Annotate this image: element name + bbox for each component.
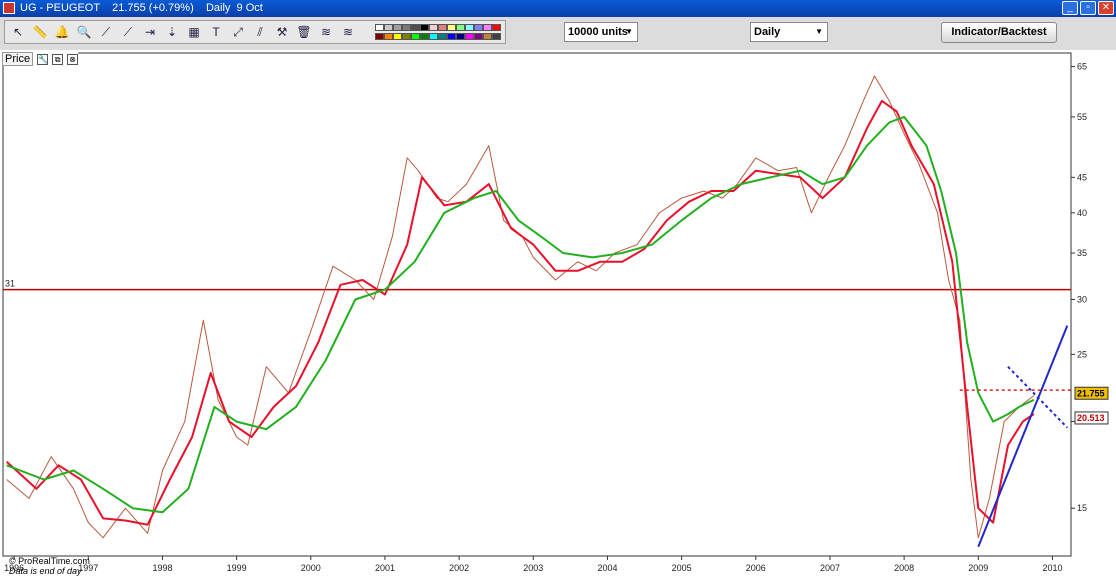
slow-moving-average-line (6, 115, 1035, 514)
price-marker-label: 20.513 (1077, 413, 1105, 423)
price-panel-label: Price (2, 52, 34, 66)
support-line-label: 31 (5, 279, 15, 289)
y-tick-label: 25 (1077, 349, 1087, 359)
x-tick-label: 1999 (227, 563, 247, 573)
x-tick-label: 1998 (152, 563, 172, 573)
close-icon[interactable]: ⊗ (67, 53, 79, 65)
window-icon[interactable]: ⧉ (52, 53, 64, 65)
trendline-0[interactable] (977, 325, 1069, 548)
x-tick-label: 2000 (301, 563, 321, 573)
x-tick-label: 2005 (672, 563, 692, 573)
price-panel-header: Price 🔧 ⧉ ⊗ (2, 52, 79, 66)
x-tick-label: 2006 (746, 563, 766, 573)
y-tick-label: 45 (1077, 172, 1087, 182)
y-tick-label: 15 (1077, 503, 1087, 513)
chart-credit: © ProRealTime.com Data is end of day (4, 546, 90, 576)
x-tick-label: 2010 (1042, 563, 1062, 573)
price-marker-label: 21.755 (1077, 388, 1105, 398)
x-tick-label: 2003 (523, 563, 543, 573)
credit-text: © ProRealTime.com (9, 556, 90, 566)
x-tick-label: 2009 (968, 563, 988, 573)
price-series-line (6, 75, 1035, 539)
y-tick-label: 55 (1077, 112, 1087, 122)
y-tick-label: 30 (1077, 294, 1087, 304)
y-tick-label: 65 (1077, 62, 1087, 72)
y-tick-label: 35 (1077, 248, 1087, 258)
x-tick-label: 2004 (597, 563, 617, 573)
x-tick-label: 2008 (894, 563, 914, 573)
price-chart: 1520253035404555651996199719981999200020… (2, 52, 1109, 573)
x-tick-label: 2001 (375, 563, 395, 573)
y-tick-label: 40 (1077, 208, 1087, 218)
trendline-1[interactable] (1007, 365, 1069, 429)
wrench-icon[interactable]: 🔧 (37, 53, 49, 65)
x-tick-label: 2007 (820, 563, 840, 573)
credit-note: Data is end of day (9, 566, 82, 576)
fast-moving-average-line (6, 99, 1035, 526)
x-tick-label: 2002 (449, 563, 469, 573)
plot-frame (2, 52, 1072, 557)
